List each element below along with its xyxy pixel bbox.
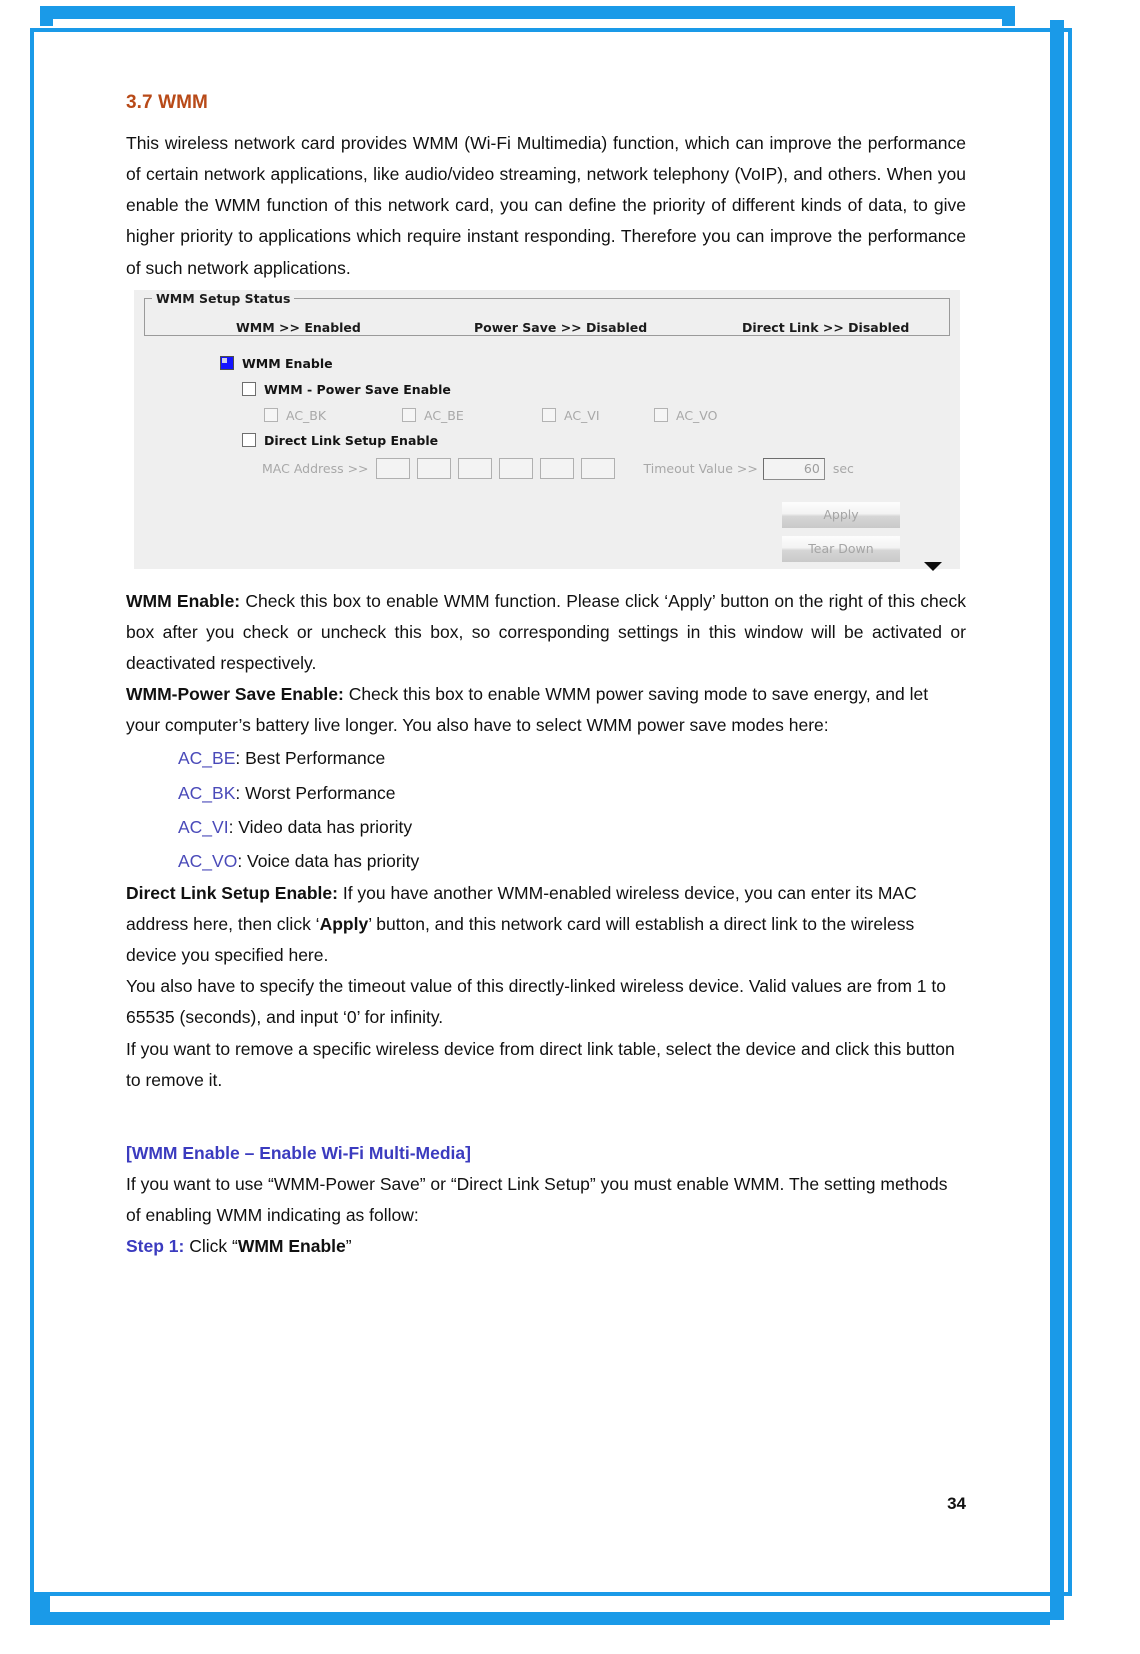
- checkbox-power-save-enable-icon[interactable]: [242, 382, 256, 397]
- remove-device-description: If you want to remove a specific wireles…: [126, 1038, 955, 1090]
- checkbox-row-wmm-enable[interactable]: WMM Enable: [220, 356, 333, 371]
- list-item: AC_VI: Video data has priority: [178, 810, 966, 844]
- tear-down-button[interactable]: Tear Down: [782, 535, 900, 562]
- border-right-edge-bar: [1050, 20, 1064, 1620]
- ac-code-bk: AC_BK: [178, 782, 236, 803]
- mac-octet-input-4[interactable]: [498, 458, 533, 480]
- step-1-line: Step 1: Click “WMM Enable”: [126, 1231, 966, 1262]
- status-direct-link: Direct Link >> Disabled: [742, 320, 910, 336]
- wmm-setup-status-legend: WMM Setup Status: [152, 290, 295, 306]
- mac-octet-input-2[interactable]: [416, 458, 451, 480]
- border-right-tab: [1002, 6, 1015, 26]
- direct-link-description: Direct Link Setup Enable: If you have an…: [126, 878, 966, 971]
- direct-link-apply-word: Apply: [319, 914, 369, 935]
- checkbox-wmm-enable-icon[interactable]: [220, 356, 234, 371]
- ac-desc-be: : Best Performance: [235, 748, 386, 769]
- checkbox-direct-link-enable-icon[interactable]: [242, 433, 256, 448]
- ac-code-vi: AC_VI: [178, 816, 229, 837]
- checkbox-ac-vi-icon[interactable]: [542, 408, 556, 423]
- border-left-tab: [40, 6, 53, 26]
- timeout-value-input[interactable]: 60: [762, 457, 825, 480]
- step-1-text-post: ”: [345, 1236, 352, 1257]
- checkbox-ac-vo[interactable]: AC_VO: [654, 408, 717, 423]
- mac-octet-input-1[interactable]: [375, 458, 410, 480]
- checkbox-ac-bk[interactable]: AC_BK: [264, 408, 326, 423]
- checkbox-row-direct-link-enable[interactable]: Direct Link Setup Enable: [242, 433, 438, 448]
- checkbox-ac-vo-icon[interactable]: [654, 408, 668, 423]
- checkbox-ac-vi[interactable]: AC_VI: [542, 408, 600, 423]
- step-1-text-bold: WMM Enable: [237, 1236, 346, 1257]
- mac-octet-input-6[interactable]: [580, 458, 615, 480]
- border-bottom-bar: [40, 1612, 1050, 1625]
- wmm-enable-term: WMM Enable:: [126, 590, 241, 611]
- ac-checkbox-row: AC_BK AC_BE AC_VI AC_VO: [264, 408, 824, 426]
- timeout-description: You also have to specify the timeout val…: [126, 976, 946, 1028]
- mac-octet-input-5[interactable]: [539, 458, 574, 480]
- list-item: AC_BE: Best Performance: [178, 741, 966, 775]
- ac-code-be: AC_BE: [178, 748, 236, 769]
- power-save-term: WMM-Power Save Enable:: [126, 684, 344, 705]
- direct-link-term: Direct Link Setup Enable:: [126, 882, 338, 903]
- status-power-save: Power Save >> Disabled: [474, 320, 648, 336]
- checkbox-power-save-enable-label: WMM - Power Save Enable: [264, 381, 451, 397]
- ac-mode-list: AC_BE: Best Performance AC_BK: Worst Per…: [126, 741, 966, 878]
- wmm-enable-description: WMM Enable: Check this box to enable WMM…: [126, 586, 966, 679]
- checkbox-direct-link-enable-label: Direct Link Setup Enable: [264, 432, 439, 448]
- ac-code-vo: AC_VO: [178, 850, 238, 871]
- checkbox-ac-be[interactable]: AC_BE: [402, 408, 464, 423]
- checkbox-wmm-enable-label: WMM Enable: [242, 355, 333, 371]
- step-1-text-pre: Click “: [184, 1236, 238, 1257]
- ac-desc-vi: : Video data has priority: [228, 816, 413, 837]
- border-bottom-left-tab: [30, 1596, 50, 1625]
- wmm-enable-description-text: Check this box to enable WMM function. P…: [126, 590, 966, 673]
- timeout-value-label: Timeout Value >>: [643, 461, 758, 477]
- apply-button[interactable]: Apply: [782, 501, 900, 528]
- page-title: 3.7 WMM: [126, 92, 208, 113]
- mac-octet-input-3[interactable]: [457, 458, 492, 480]
- list-item: AC_VO: Voice data has priority: [178, 844, 966, 878]
- ac-desc-vo: : Voice data has priority: [237, 850, 420, 871]
- page-number: 34: [947, 1494, 966, 1513]
- checkbox-ac-be-icon[interactable]: [402, 408, 416, 423]
- section-intro-paragraph: This wireless network card provides WMM …: [126, 133, 966, 278]
- step-1-label: Step 1:: [126, 1236, 185, 1257]
- border-top-bar: [40, 6, 1015, 19]
- wmm-enable-block-heading: [WMM Enable – Enable Wi-Fi Multi-Media]: [126, 1142, 471, 1163]
- mac-address-row: MAC Address >> Timeout Value >> 60 sec: [262, 457, 854, 480]
- power-save-description: WMM-Power Save Enable: Check this box to…: [126, 679, 966, 741]
- checkbox-ac-bk-label: AC_BK: [286, 407, 327, 423]
- mac-address-label: MAC Address >>: [262, 461, 369, 477]
- timeout-unit-label: sec: [832, 461, 854, 477]
- checkbox-ac-be-label: AC_BE: [424, 407, 464, 423]
- wmm-status-row: WMM >> Enabled Power Save >> Disabled Di…: [144, 316, 950, 340]
- document-page-content: 3.7 WMM This wireless network card provi…: [126, 92, 966, 1262]
- wmm-settings-screenshot: WMM Setup Status WMM >> Enabled Power Sa…: [134, 289, 960, 578]
- ac-desc-bk: : Worst Performance: [235, 782, 396, 803]
- checkbox-ac-bk-icon[interactable]: [264, 408, 278, 423]
- panel-bottom-strip: [134, 568, 960, 578]
- list-item: AC_BK: Worst Performance: [178, 776, 966, 810]
- checkbox-ac-vo-label: AC_VO: [676, 407, 718, 423]
- status-wmm: WMM >> Enabled: [236, 320, 361, 336]
- checkbox-row-power-save-enable[interactable]: WMM - Power Save Enable: [242, 382, 451, 397]
- checkbox-ac-vi-label: AC_VI: [564, 407, 600, 423]
- caret-down-icon: [924, 561, 942, 571]
- wmm-enable-block-intro: If you want to use “WMM-Power Save” or “…: [126, 1174, 948, 1226]
